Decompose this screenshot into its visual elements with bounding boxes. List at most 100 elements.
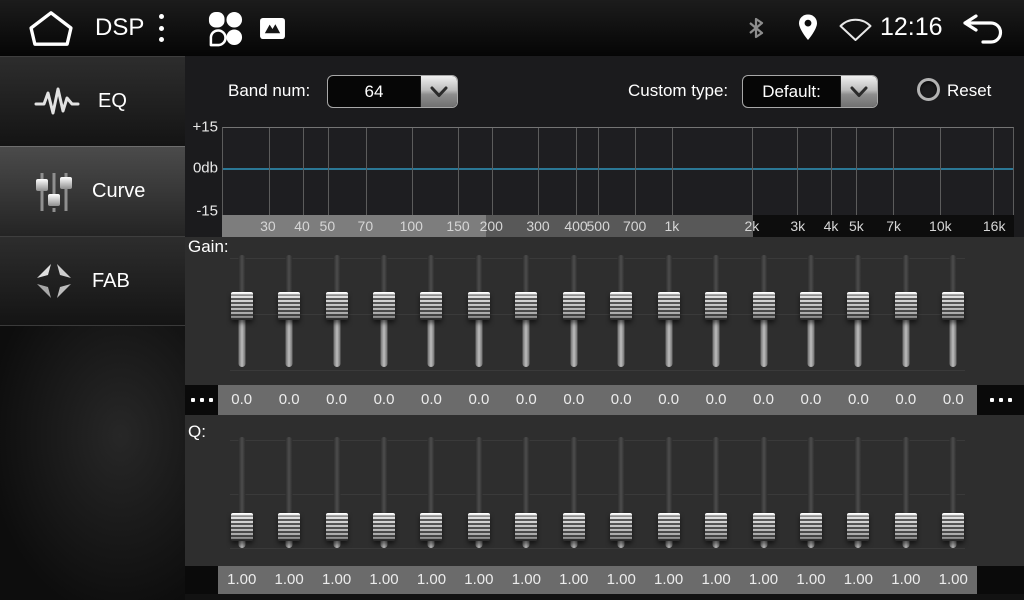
q-slider[interactable] [692,430,739,560]
gallery-icon[interactable] [260,17,285,40]
freq-tick-label: 1k [664,215,679,237]
menu-icon[interactable] [159,14,165,42]
q-slider-thumb[interactable] [278,513,300,541]
home-icon[interactable] [28,9,74,47]
gain-slider[interactable] [835,250,882,380]
gain-slider[interactable] [692,250,739,380]
q-slider-thumb[interactable] [373,513,395,541]
gain-slider[interactable] [265,250,312,380]
gain-slider-thumb[interactable] [705,292,727,320]
q-slider-thumb[interactable] [326,513,348,541]
gain-value: 0.0 [550,385,597,415]
gain-slider-thumb[interactable] [468,292,490,320]
apps-icon[interactable] [207,10,244,47]
q-slider-thumb[interactable] [468,513,490,541]
q-slider-thumb[interactable] [753,513,775,541]
q-slider[interactable] [645,430,692,560]
sidebar-item-fab[interactable]: FAB [0,236,185,325]
gain-slider-thumb[interactable] [373,292,395,320]
gain-slider[interactable] [503,250,550,380]
gain-value: 0.0 [835,385,882,415]
q-slider-thumb[interactable] [610,513,632,541]
gain-slider[interactable] [360,250,407,380]
back-icon[interactable] [960,12,1006,45]
gain-slider-thumb[interactable] [658,292,680,320]
gain-slider-thumb[interactable] [278,292,300,320]
grid-line [940,128,941,215]
q-slider[interactable] [265,430,312,560]
q-slider-thumb[interactable] [705,513,727,541]
q-slider[interactable] [740,430,787,560]
grid-line [635,128,636,215]
eq-plot[interactable] [222,127,1014,215]
gain-slider[interactable] [598,250,645,380]
slider-track-lower [665,316,672,367]
gain-more-left[interactable] [185,385,218,415]
gain-slider[interactable] [882,250,929,380]
q-slider[interactable] [360,430,407,560]
gain-slider-thumb[interactable] [326,292,348,320]
q-slider[interactable] [503,430,550,560]
q-slider[interactable] [598,430,645,560]
gain-value: 0.0 [313,385,360,415]
freq-tick-label: 4k [824,215,839,237]
slider-track-lower [950,316,957,367]
gain-slider-thumb[interactable] [231,292,253,320]
grid-line [328,128,329,215]
q-slider-thumb[interactable] [231,513,253,541]
gain-slider-thumb[interactable] [563,292,585,320]
gain-slider[interactable] [787,250,834,380]
gain-slider-thumb[interactable] [895,292,917,320]
slider-track-upper [807,437,814,517]
reset-radio[interactable] [917,78,940,101]
gain-slider-thumb[interactable] [942,292,964,320]
location-icon [796,13,820,42]
bottom-divider [185,594,1024,600]
q-slider-thumb[interactable] [847,513,869,541]
gain-slider[interactable] [313,250,360,380]
q-slider-thumb[interactable] [895,513,917,541]
q-more-left[interactable] [185,566,218,594]
slider-track-lower [855,316,862,367]
q-slider-thumb[interactable] [563,513,585,541]
q-slider-thumb[interactable] [420,513,442,541]
q-slider-thumb[interactable] [515,513,537,541]
gain-slider[interactable] [455,250,502,380]
q-more-right[interactable] [977,566,1024,594]
gain-slider-thumb[interactable] [800,292,822,320]
gain-slider[interactable] [645,250,692,380]
gain-slider-thumb[interactable] [515,292,537,320]
q-slider[interactable] [218,430,265,560]
q-slider[interactable] [550,430,597,560]
q-slider[interactable] [835,430,882,560]
q-slider[interactable] [408,430,455,560]
q-slider[interactable] [882,430,929,560]
q-slider-thumb[interactable] [800,513,822,541]
gain-slider-thumb[interactable] [753,292,775,320]
band-num-dropdown[interactable]: 64 [327,75,458,108]
q-slider-thumb[interactable] [658,513,680,541]
q-slider-thumb[interactable] [942,513,964,541]
gain-slider[interactable] [408,250,455,380]
gain-value: 0.0 [408,385,455,415]
gain-slider[interactable] [740,250,787,380]
gain-slider[interactable] [218,250,265,380]
q-slider[interactable] [313,430,360,560]
custom-type-dropdown[interactable]: Default: [742,75,878,108]
freq-tick-label: 7k [886,215,901,237]
q-slider[interactable] [787,430,834,560]
gain-slider[interactable] [930,250,977,380]
gain-slider-thumb[interactable] [420,292,442,320]
grid-line [993,128,994,215]
chevron-down-icon[interactable] [420,76,457,107]
gain-slider-thumb[interactable] [847,292,869,320]
gain-slider-thumb[interactable] [610,292,632,320]
q-slider[interactable] [455,430,502,560]
q-slider[interactable] [930,430,977,560]
sidebar-item-curve[interactable]: Curve [0,146,185,236]
chevron-down-icon[interactable] [840,76,877,107]
gain-slider[interactable] [550,250,597,380]
gain-more-right[interactable] [977,385,1024,415]
sidebar-item-eq[interactable]: EQ [0,56,185,146]
sidebar-item-label: FAB [92,270,130,293]
